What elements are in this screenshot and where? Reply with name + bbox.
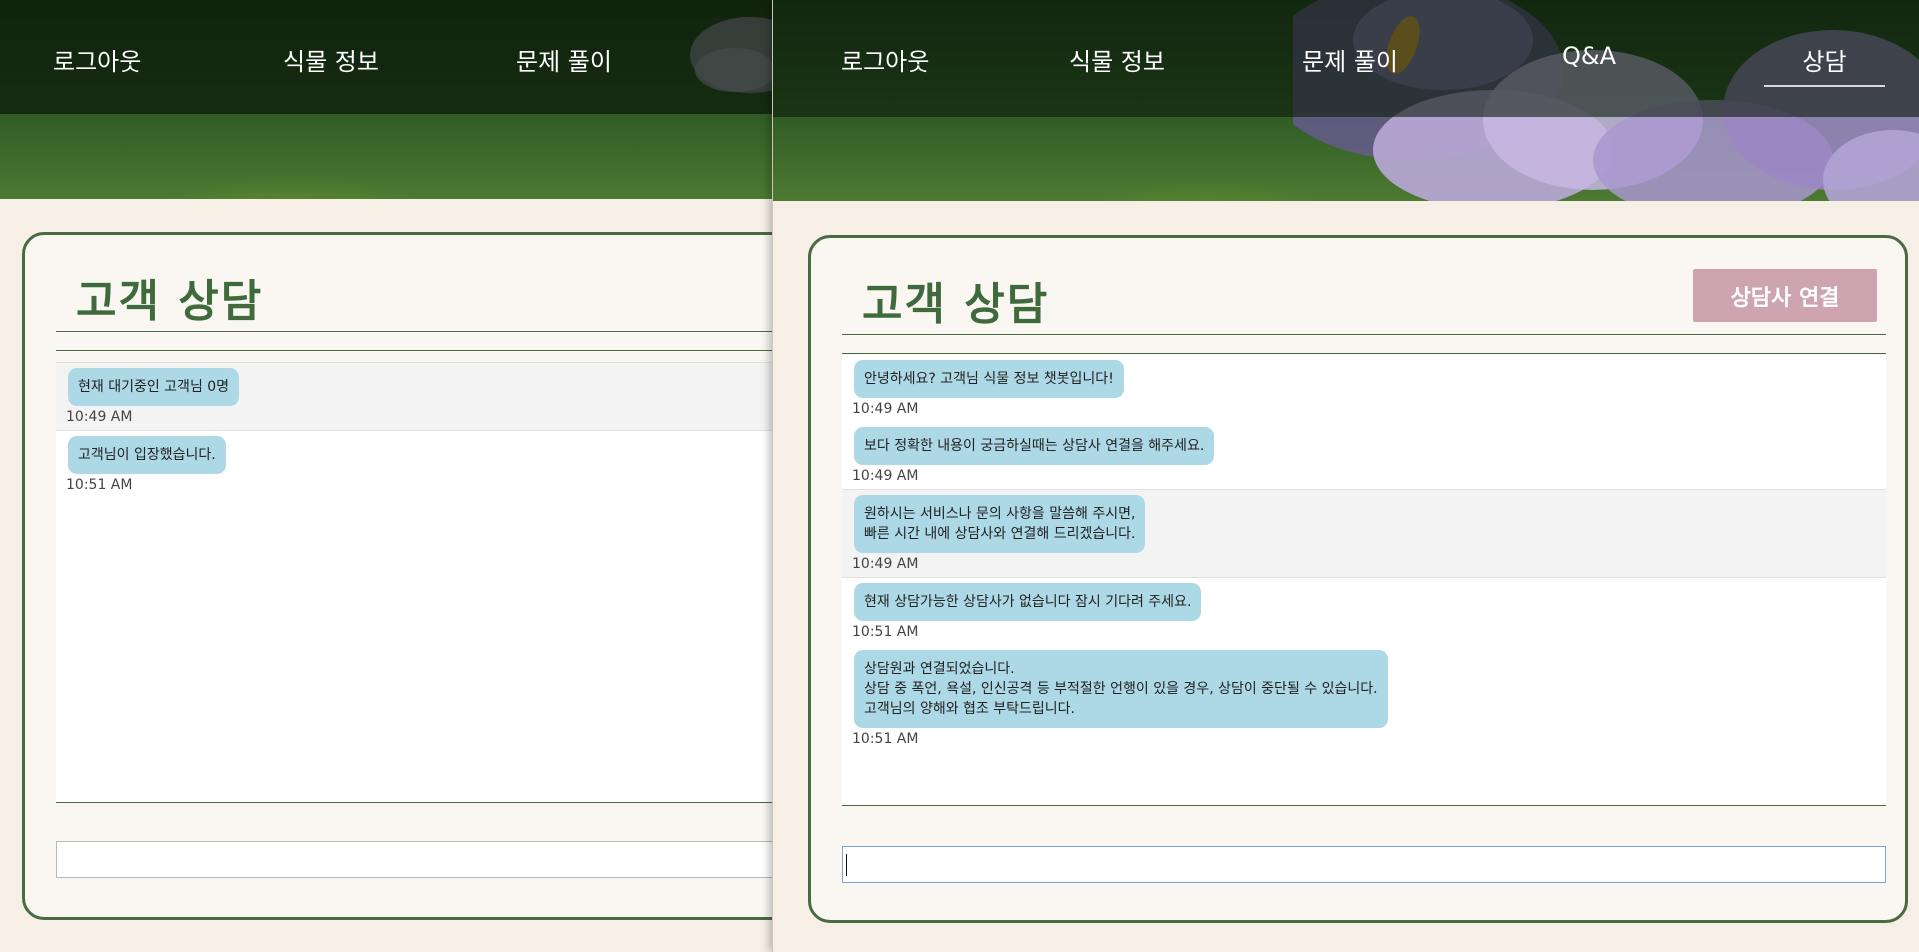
chat-bottom-divider bbox=[842, 805, 1886, 806]
nav-plant-info[interactable]: 식물 정보 bbox=[283, 42, 379, 77]
message-time: 10:51 AM bbox=[852, 624, 919, 640]
title-divider bbox=[56, 331, 772, 332]
message-input[interactable] bbox=[57, 842, 772, 877]
nav-logout[interactable]: 로그아웃 bbox=[53, 42, 141, 77]
nav-consult[interactable]: 상담 bbox=[1764, 42, 1885, 87]
hero-banner: 로그아웃 식물 정보 문제 풀이 bbox=[0, 0, 772, 199]
top-nav: 로그아웃 식물 정보 문제 풀이 Q&A 상담 bbox=[773, 0, 1919, 117]
page-title: 고객 상담 bbox=[862, 279, 1050, 330]
chat-message: 현재 상담가능한 상담사가 없습니다 잠시 기다려 주세요. 10:51 AM bbox=[842, 578, 1886, 645]
left-browser-window: 로그아웃 식물 정보 문제 풀이 고객 상담 현재 대기중인 고객님 0명 10… bbox=[0, 0, 772, 952]
nav-quiz[interactable]: 문제 풀이 bbox=[516, 42, 612, 77]
message-input-wrapper bbox=[842, 846, 1886, 883]
message-time: 10:49 AM bbox=[852, 556, 919, 572]
message-time: 10:49 AM bbox=[852, 468, 919, 484]
chat-top-divider bbox=[56, 350, 772, 351]
chat-message: 현재 대기중인 고객님 0명 10:49 AM bbox=[56, 362, 772, 431]
message-bubble: 현재 상담가능한 상담사가 없습니다 잠시 기다려 주세요. bbox=[854, 583, 1202, 621]
page-title: 고객 상담 bbox=[76, 276, 264, 327]
message-time: 10:49 AM bbox=[852, 401, 919, 417]
chat-log[interactable]: 현재 대기중인 고객님 0명 10:49 AM 고객님이 입장했습니다. 10:… bbox=[56, 362, 772, 802]
text-caret bbox=[846, 854, 847, 876]
chat-log[interactable]: 안녕하세요? 고객님 식물 정보 챗봇입니다! 10:49 AM 보다 정확한 … bbox=[842, 355, 1886, 805]
chat-message: 원하시는 서비스나 문의 사항을 말씀해 주시면, 빠른 시간 내에 상담사와 … bbox=[842, 489, 1886, 578]
message-bubble: 보다 정확한 내용이 궁금하실때는 상담사 연결을 해주세요. bbox=[854, 427, 1215, 465]
message-bubble: 원하시는 서비스나 문의 사항을 말씀해 주시면, 빠른 시간 내에 상담사와 … bbox=[854, 495, 1146, 553]
chat-top-divider bbox=[842, 353, 1886, 354]
message-input[interactable] bbox=[843, 847, 1885, 882]
right-browser-window: 로그아웃 식물 정보 문제 풀이 Q&A 상담 고객 상담 상담사 연결 안녕하… bbox=[772, 0, 1919, 952]
message-time: 10:51 AM bbox=[852, 731, 919, 747]
message-bubble: 현재 대기중인 고객님 0명 bbox=[68, 368, 240, 406]
nav-logout[interactable]: 로그아웃 bbox=[841, 42, 929, 77]
chat-bottom-divider bbox=[56, 802, 772, 803]
title-divider bbox=[842, 334, 1886, 335]
message-time: 10:49 AM bbox=[66, 409, 133, 425]
message-bubble: 안녕하세요? 고객님 식물 정보 챗봇입니다! bbox=[854, 360, 1124, 398]
chat-message: 고객님이 입장했습니다. 10:51 AM bbox=[56, 431, 772, 498]
top-nav: 로그아웃 식물 정보 문제 풀이 bbox=[0, 0, 772, 114]
chat-message: 안녕하세요? 고객님 식물 정보 챗봇입니다! 10:49 AM bbox=[842, 355, 1886, 422]
message-bubble: 상담원과 연결되었습니다. 상담 중 폭언, 욕설, 인신공격 등 부적절한 언… bbox=[854, 650, 1388, 728]
chat-message: 보다 정확한 내용이 궁금하실때는 상담사 연결을 해주세요. 10:49 AM bbox=[842, 422, 1886, 489]
consult-panel: 고객 상담 상담사 연결 안녕하세요? 고객님 식물 정보 챗봇입니다! 10:… bbox=[808, 235, 1908, 923]
consult-panel: 고객 상담 현재 대기중인 고객님 0명 10:49 AM 고객님이 입장했습니… bbox=[22, 232, 772, 920]
nav-qna[interactable]: Q&A bbox=[1562, 42, 1616, 70]
nav-quiz[interactable]: 문제 풀이 bbox=[1302, 42, 1398, 77]
connect-counselor-button[interactable]: 상담사 연결 bbox=[1693, 269, 1877, 322]
message-time: 10:51 AM bbox=[66, 477, 133, 493]
chat-message: 상담원과 연결되었습니다. 상담 중 폭언, 욕설, 인신공격 등 부적절한 언… bbox=[842, 645, 1886, 752]
nav-plant-info[interactable]: 식물 정보 bbox=[1069, 42, 1165, 77]
message-bubble: 고객님이 입장했습니다. bbox=[68, 436, 226, 474]
message-input-wrapper bbox=[56, 841, 772, 878]
hero-banner: 로그아웃 식물 정보 문제 풀이 Q&A 상담 bbox=[773, 0, 1919, 201]
